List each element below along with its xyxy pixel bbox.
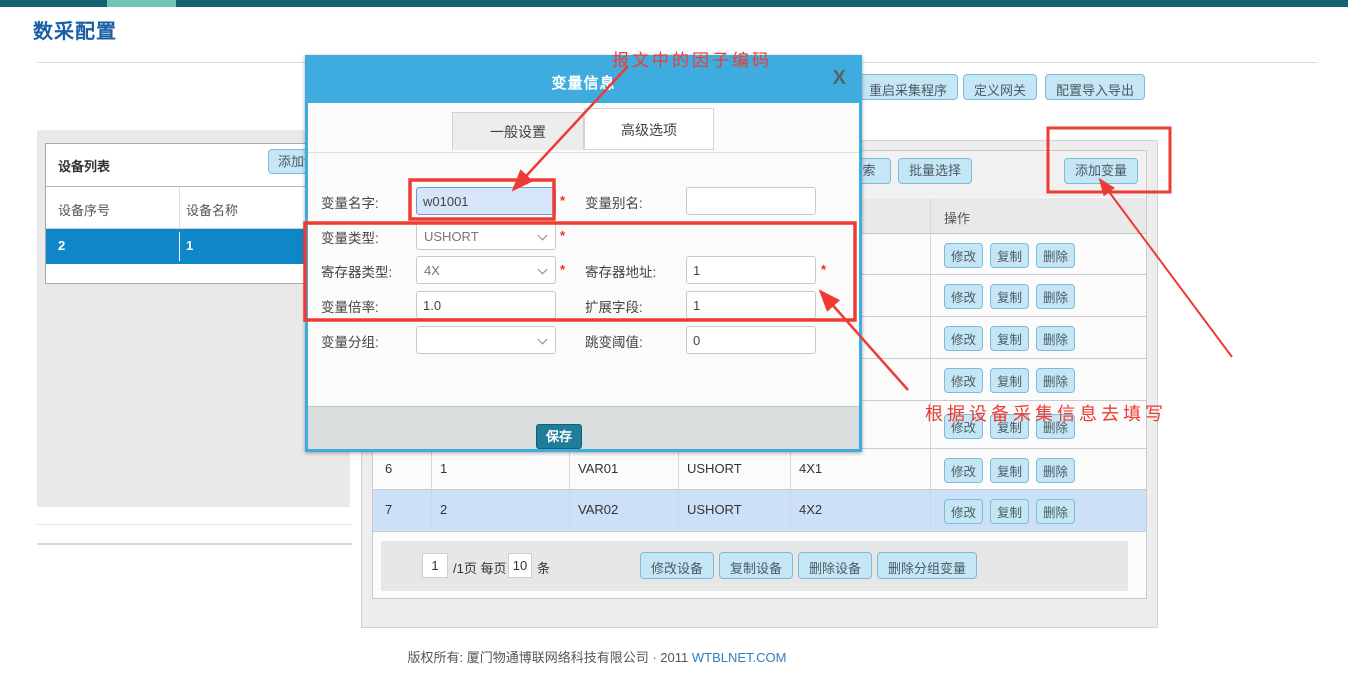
pagination-bar: /1页 每页 条 修改设备复制设备删除设备删除分组变量 (381, 541, 1128, 591)
delete-button[interactable]: 删除 (1036, 414, 1075, 439)
jump-threshold-input[interactable] (686, 326, 816, 354)
ops-header: 操作 (931, 198, 1146, 234)
page-unit-label: 条 (537, 558, 550, 577)
register-type-select[interactable]: 4X (416, 256, 556, 284)
variable-alias-label: 变量别名: (585, 192, 643, 212)
required-mark: * (560, 193, 565, 208)
variable-type-select[interactable]: USHORT (416, 222, 556, 250)
device-table-header: 设备序号 设备名称 (46, 186, 341, 229)
copy-button[interactable]: 复制 (990, 414, 1029, 439)
modify-button[interactable]: 修改 (944, 284, 983, 309)
footer-link[interactable]: WTBLNET.COM (692, 650, 787, 665)
modal-title: 变量信息 (308, 72, 859, 93)
section-divider-1 (37, 524, 352, 525)
device-list-title: 设备列表 (58, 156, 110, 175)
variable-alias-input[interactable] (686, 187, 816, 215)
chevron-down-icon (538, 335, 548, 345)
device-row-divider (179, 232, 180, 261)
config-import-export-button[interactable]: 配置导入导出 (1045, 74, 1145, 100)
register-address-label: 寄存器地址: (585, 261, 656, 281)
jump-threshold-label: 跳变阈值: (585, 331, 643, 351)
device-list-card: 设备列表 添加设备 设备序号 设备名称 2 1 (45, 143, 342, 284)
copy-button[interactable]: 复制 (990, 326, 1029, 351)
required-mark: * (821, 262, 826, 277)
modify-button[interactable]: 修改 (944, 414, 983, 439)
copy-device-button[interactable]: 复制设备 (719, 552, 793, 579)
device-row-empty (46, 264, 341, 283)
save-button[interactable]: 保存 (536, 424, 582, 449)
chevron-down-icon (538, 231, 548, 241)
close-icon[interactable]: X (833, 67, 846, 90)
copy-button[interactable]: 复制 (990, 243, 1029, 268)
page-size-input[interactable] (508, 553, 532, 578)
delete-button[interactable]: 删除 (1036, 499, 1075, 524)
define-gateway-button[interactable]: 定义网关 (963, 74, 1037, 100)
modify-button[interactable]: 修改 (944, 499, 983, 524)
tabs-baseline (308, 152, 859, 153)
variable-info-modal: 变量信息 X 一般设置 高级选项 变量名字: * 变量别名: 变量类型: USH… (305, 55, 862, 452)
delete-button[interactable]: 删除 (1036, 368, 1075, 393)
register-address-input[interactable] (686, 256, 816, 284)
page-number-input[interactable] (422, 553, 448, 578)
delete-button[interactable]: 删除 (1036, 326, 1075, 351)
modify-button[interactable]: 修改 (944, 458, 983, 483)
variable-name-label: 变量名字: (321, 192, 379, 212)
extended-field-input[interactable] (686, 291, 816, 319)
copy-button[interactable]: 复制 (990, 499, 1029, 524)
restart-collector-button[interactable]: 重启采集程序 (858, 74, 958, 100)
page-count-label: /1页 每页 (453, 558, 506, 577)
variable-name-input[interactable] (416, 187, 556, 215)
copy-button[interactable]: 复制 (990, 284, 1029, 309)
device-serial-value: 2 (58, 238, 65, 253)
delete-button[interactable]: 删除 (1036, 284, 1075, 309)
variable-ratio-label: 变量倍率: (321, 296, 379, 316)
device-name-value: 1 (186, 238, 193, 253)
add-variable-button[interactable]: 添加变量 (1064, 158, 1138, 184)
device-column-divider (179, 187, 180, 230)
copy-button[interactable]: 复制 (990, 368, 1029, 393)
page-title: 数采配置 (33, 15, 117, 44)
register-type-label: 寄存器类型: (321, 261, 392, 281)
footer: 版权所有: 厦门物通博联网络科技有限公司 · 2011 WTBLNET.COM (0, 647, 1194, 666)
delete-device-button[interactable]: 删除设备 (798, 552, 872, 579)
required-mark: * (560, 262, 565, 277)
device-list-title-row: 设备列表 添加设备 (46, 144, 341, 186)
delete-button[interactable]: 删除 (1036, 458, 1075, 483)
tab-advanced-options[interactable]: 高级选项 (584, 108, 714, 150)
variable-ratio-input[interactable] (416, 291, 556, 319)
device-row-selected[interactable]: 2 1 (46, 229, 341, 264)
variable-group-label: 变量分组: (321, 331, 379, 351)
variable-group-select[interactable] (416, 326, 556, 354)
modify-button[interactable]: 修改 (944, 368, 983, 393)
modal-header: 变量信息 X (308, 58, 859, 103)
modify-button[interactable]: 修改 (944, 243, 983, 268)
required-mark: * (560, 228, 565, 243)
tab-general-settings[interactable]: 一般设置 (452, 112, 584, 150)
delete-button[interactable]: 删除 (1036, 243, 1075, 268)
section-divider-2 (37, 543, 352, 545)
extended-field-label: 扩展字段: (585, 296, 643, 316)
table-row-selected[interactable]: 7 2 VAR02 USHORT 4X2 修改复制删除 (373, 490, 1146, 532)
table-row[interactable]: 6 1 VAR01 USHORT 4X1 修改复制删除 (373, 449, 1146, 490)
chevron-down-icon (538, 265, 548, 275)
device-col-serial: 设备序号 (58, 200, 110, 219)
modal-footer (308, 406, 859, 449)
copyright-text: 版权所有: 厦门物通博联网络科技有限公司 · 2011 (408, 650, 689, 665)
copy-button[interactable]: 复制 (990, 458, 1029, 483)
top-bar-accent-segment (107, 0, 176, 7)
device-col-name: 设备名称 (186, 200, 238, 219)
modify-button[interactable]: 修改 (944, 326, 983, 351)
batch-select-button[interactable]: 批量选择 (898, 158, 972, 184)
modify-device-button[interactable]: 修改设备 (640, 552, 714, 579)
variable-type-label: 变量类型: (321, 227, 379, 247)
delete-group-vars-button[interactable]: 删除分组变量 (877, 552, 977, 579)
top-bar (0, 0, 1348, 7)
